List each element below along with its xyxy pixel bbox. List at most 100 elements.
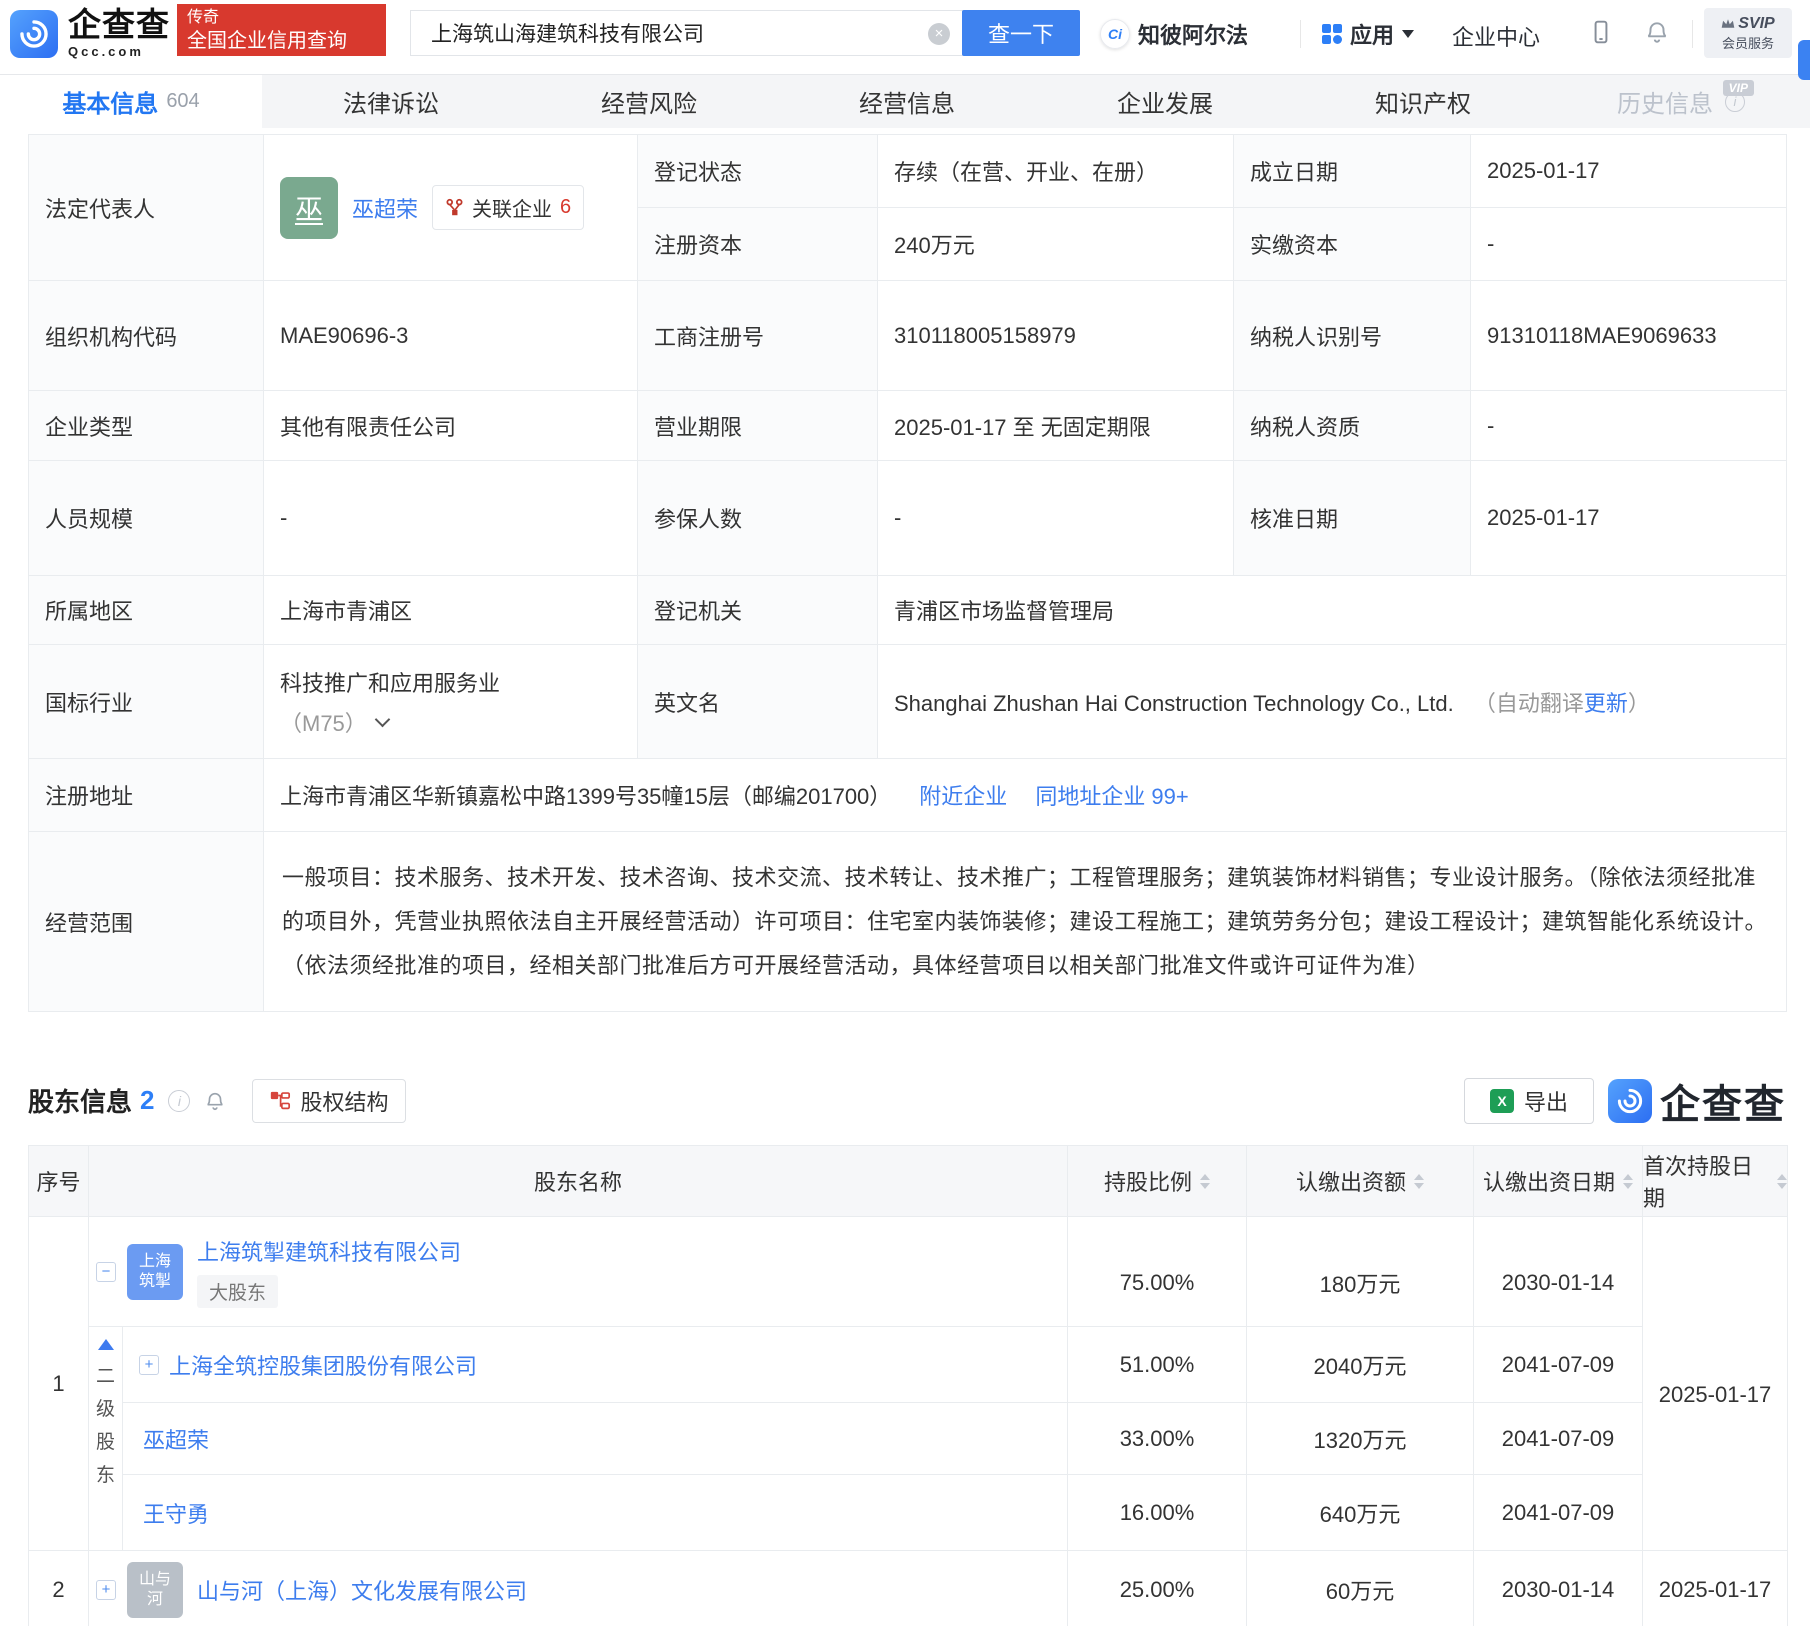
collapse-cell: − xyxy=(89,1217,123,1327)
tax-qual-label: 纳税人资质 xyxy=(1234,391,1471,461)
tab-legal-litigation[interactable]: 法律诉讼 xyxy=(262,75,520,128)
avatar-line2: 河 xyxy=(147,1590,163,1610)
crown-icon xyxy=(1721,18,1735,29)
qcc-watermark-text: 企查查 xyxy=(1660,1072,1786,1130)
legal-rep-cell: 巫 巫超荣 关联企业 6 xyxy=(264,135,638,281)
legal-rep-label: 法定代表人 xyxy=(29,135,264,281)
tax-qual-value: - xyxy=(1471,391,1787,461)
shareholder-name-link[interactable]: 山与河（上海）文化发展有限公司 xyxy=(197,1574,527,1606)
establish-date-value: 2025-01-17 xyxy=(1471,135,1787,208)
monitor-bell-icon[interactable] xyxy=(204,1089,226,1113)
same-address-companies-link[interactable]: 同地址企业 99+ xyxy=(1035,779,1188,811)
col-header-amount[interactable]: 认缴出资额 xyxy=(1247,1146,1474,1217)
equity-structure-button[interactable]: 股权结构 xyxy=(252,1079,405,1123)
tab-basic-info[interactable]: 基本信息 604 xyxy=(0,75,262,128)
tab-intellectual-property[interactable]: 知识产权 xyxy=(1294,75,1552,128)
sub-shareholder-name-link[interactable]: 王守勇 xyxy=(143,1497,209,1529)
row-index: 2 xyxy=(29,1551,89,1626)
reg-status-label: 登记状态 xyxy=(638,135,878,208)
second-level-label: 二级股东 xyxy=(95,1360,117,1492)
col-header-first-date[interactable]: 首次持股日期 xyxy=(1643,1146,1787,1217)
col-header-ratio-label: 持股比例 xyxy=(1104,1165,1192,1197)
floating-side-widget[interactable] xyxy=(1798,40,1810,80)
avatar-line2: 筑掣 xyxy=(139,1272,171,1292)
sort-icon[interactable] xyxy=(1414,1174,1424,1189)
shareholder-name-link[interactable]: 上海筑掣建筑科技有限公司 xyxy=(197,1235,461,1267)
nav-enterprise-center[interactable]: 企业中心 xyxy=(1452,20,1540,52)
chevron-down-icon[interactable] xyxy=(375,711,391,727)
en-name-cell: Shanghai Zhushan Hai Construction Techno… xyxy=(878,645,1787,759)
translate-update-link[interactable]: 更新 xyxy=(1584,691,1628,716)
related-companies-icon xyxy=(445,198,464,217)
avatar-line1: 山与 xyxy=(139,1570,171,1590)
col-header-date[interactable]: 认缴出资日期 xyxy=(1474,1146,1643,1217)
search-button[interactable]: 查一下 xyxy=(962,10,1080,56)
sub-shareholder-name-link[interactable]: 上海全筑控股集团股份有限公司 xyxy=(169,1349,477,1381)
ent-type-label: 企业类型 xyxy=(29,391,264,461)
export-button[interactable]: X 导出 xyxy=(1464,1078,1594,1124)
shareholders-table: 序号 股东名称 持股比例 认缴出资额 认缴出资日期 首次持股日期 1 − 上海 … xyxy=(28,1145,1788,1626)
col-header-index: 序号 xyxy=(29,1146,89,1217)
amount-cell: 1320万元 xyxy=(1247,1403,1474,1475)
region-label: 所属地区 xyxy=(29,576,264,645)
sort-icon[interactable] xyxy=(1777,1174,1787,1189)
col-header-ratio[interactable]: 持股比例 xyxy=(1068,1146,1247,1217)
establish-date-label: 成立日期 xyxy=(1234,135,1471,208)
notification-bell-icon[interactable] xyxy=(1644,18,1670,51)
sort-icon[interactable] xyxy=(1623,1174,1633,1189)
tab-basic-info-label: 基本信息 xyxy=(62,84,158,119)
tab-operation-info[interactable]: 经营信息 xyxy=(778,75,1036,128)
first-date-cell: 2025-01-17 xyxy=(1643,1551,1787,1626)
industry-cell: 科技推广和应用服务业 （M75） xyxy=(264,645,638,759)
address-value: 上海市青浦区华新镇嘉松中路1399号35幢15层（邮编201700） xyxy=(280,779,891,811)
mobile-app-icon[interactable] xyxy=(1588,18,1614,51)
expand-button[interactable]: + xyxy=(96,1580,116,1600)
shareholder-avatar: 上海 筑掣 xyxy=(127,1244,183,1300)
excel-icon: X xyxy=(1490,1089,1514,1113)
tab-label: 企业发展 xyxy=(1117,84,1213,119)
info-icon[interactable]: i xyxy=(168,1090,190,1112)
related-companies-count: 6 xyxy=(560,196,571,219)
nav-apps[interactable]: 应用 xyxy=(1322,18,1414,50)
tax-id-value: 91310118MAE9069633 xyxy=(1471,281,1787,391)
insured-count-label: 参保人数 xyxy=(638,461,878,576)
vip-badge: VIP xyxy=(1723,80,1754,96)
auto-translate-note: （自动翻译 xyxy=(1474,691,1584,716)
sort-icon[interactable] xyxy=(1200,1174,1210,1189)
biz-term-value: 2025-01-17 至 无固定期限 xyxy=(878,391,1234,461)
export-label: 导出 xyxy=(1524,1085,1568,1117)
triangle-up-icon[interactable] xyxy=(98,1339,114,1350)
search-input[interactable] xyxy=(411,11,962,55)
collapse-button[interactable]: − xyxy=(96,1262,116,1282)
first-date-cell: 2025-01-17 xyxy=(1643,1217,1787,1551)
business-scope-label: 经营范围 xyxy=(29,832,264,1012)
biz-reg-no-label: 工商注册号 xyxy=(638,281,878,391)
qcc-logo-text: 企查查 xyxy=(68,8,170,42)
paid-capital-value: - xyxy=(1471,208,1787,281)
biz-reg-no-value: 310118005158979 xyxy=(878,281,1234,391)
legal-rep-name-link[interactable]: 巫超荣 xyxy=(352,192,418,224)
sub-shareholder-cell: 巫超荣 xyxy=(123,1403,1068,1475)
zhibi-alpha-icon: Ci xyxy=(1100,19,1130,49)
nav-zhibi-alpha[interactable]: Ci 知彼阿尔法 xyxy=(1100,18,1248,50)
search-clear-icon[interactable]: × xyxy=(928,23,950,45)
apps-grid-icon xyxy=(1322,24,1342,44)
tab-enterprise-development[interactable]: 企业发展 xyxy=(1036,75,1294,128)
major-shareholder-tag: 大股东 xyxy=(197,1275,278,1308)
expand-button[interactable]: + xyxy=(139,1355,159,1375)
col-header-name: 股东名称 xyxy=(89,1146,1068,1217)
avatar-line1: 上海 xyxy=(139,1252,171,1272)
qcc-logo[interactable]: 企查查 Qcc.com xyxy=(10,8,170,59)
sub-shareholder-name-link[interactable]: 巫超荣 xyxy=(143,1423,209,1455)
related-companies-button[interactable]: 关联企业 6 xyxy=(432,185,584,230)
ratio-cell: 25.00% xyxy=(1068,1551,1247,1626)
tab-operation-risk[interactable]: 经营风险 xyxy=(520,75,778,128)
svip-member-button[interactable]: SVIP 会员服务 xyxy=(1704,8,1792,58)
basic-info-table: 法定代表人 巫 巫超荣 关联企业 6 登记状态 存续（在营、开业、在册） 成立日… xyxy=(28,134,1787,1012)
legal-rep-avatar[interactable]: 巫 xyxy=(280,177,338,239)
business-scope-value: 一般项目：技术服务、技术开发、技术咨询、技术交流、技术转让、技术推广；工程管理服… xyxy=(264,832,1787,1012)
reg-capital-label: 注册资本 xyxy=(638,208,878,281)
top-bar: 企查查 Qcc.com 传奇 全国企业信用查询 × 查一下 Ci 知彼阿尔法 应… xyxy=(0,0,1810,66)
nearby-companies-link[interactable]: 附近企业 xyxy=(919,779,1007,811)
tab-history-info[interactable]: VIP 历史信息 i xyxy=(1552,75,1810,128)
